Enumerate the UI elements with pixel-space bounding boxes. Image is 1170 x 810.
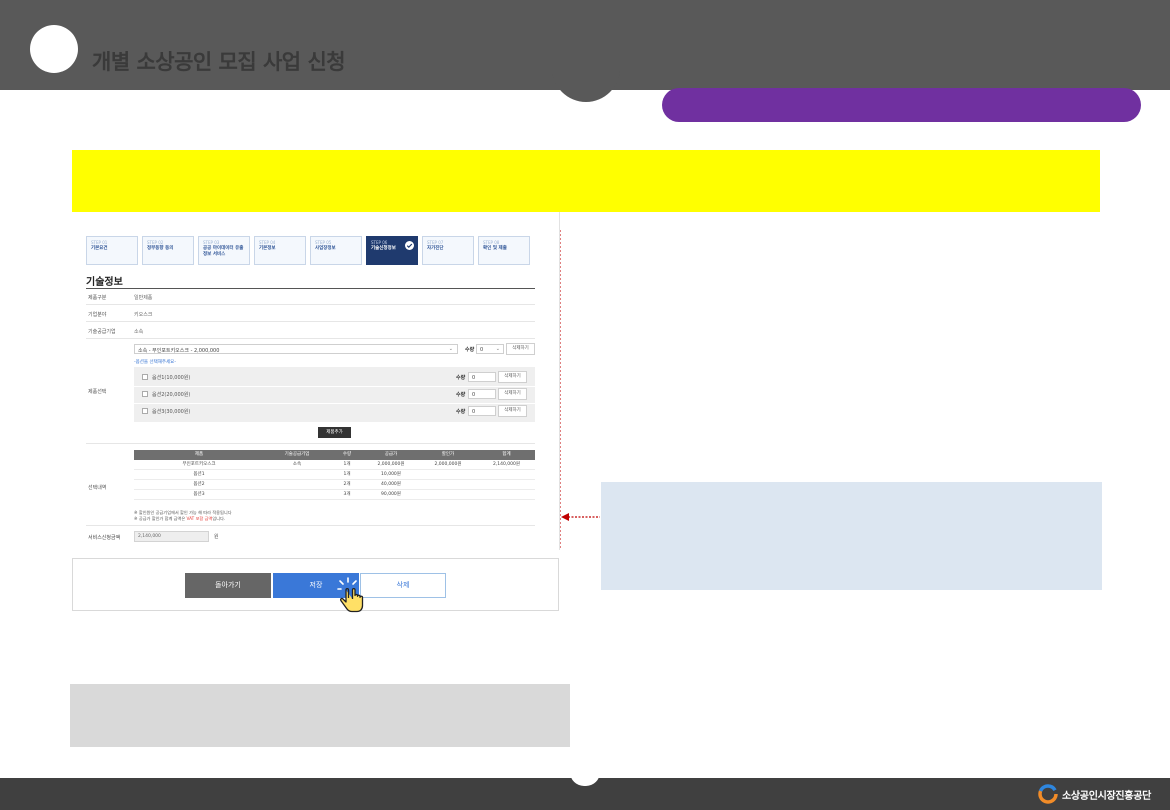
back-button[interactable]: 돌아가기	[185, 573, 271, 598]
option-1-label: 옵션1(10,000원)	[152, 375, 191, 381]
option-1-remove-button[interactable]: 삭제하기	[498, 371, 527, 383]
highlight-band	[72, 150, 1100, 212]
step-6-active[interactable]: STEP 06 기술신청정보	[366, 236, 418, 265]
info-row-product-type: 제품구분 일반제품	[86, 289, 535, 305]
application-screenshot: STEP 01 기본요건 STEP 02 정부동향 동의 STEP 03 공공 마이데…	[72, 212, 560, 550]
option-1-quantity[interactable]: 0	[468, 372, 496, 382]
add-product-button[interactable]: 제품추가	[318, 427, 351, 438]
section-number-circle	[30, 25, 78, 73]
table-row: 옵션2 2개 40,000원	[134, 480, 535, 490]
chevron-down-icon: ⌄	[495, 346, 500, 352]
delete-button[interactable]: 삭제	[360, 573, 446, 598]
step-3[interactable]: STEP 03 공공 마이데이터 유출정보 서비스	[198, 236, 250, 265]
info-row-field: 기업분야 키오스크	[86, 305, 535, 322]
option-3-quantity[interactable]: 0	[468, 406, 496, 416]
selection-table: 제품 기술공급기업 수량 공급가 할인가 합계 무인포트키오스크 소속 1개 2…	[134, 450, 535, 500]
table-note-2: ※ 공급가 할인가 합계 금액은 VAT 포함 금액입니다.	[134, 516, 226, 521]
step-7[interactable]: STEP 07 자가진단	[422, 236, 474, 265]
option-1-checkbox[interactable]	[142, 374, 148, 380]
header-notch	[552, 60, 620, 102]
org-name: 소상공인시장진흥공단	[1062, 790, 1152, 802]
org-logo-icon	[1038, 784, 1058, 804]
page-title: 개별 소상공인 모집 사업 신청	[92, 50, 346, 74]
pointer-hand-icon	[337, 577, 364, 613]
table-row: 옵션3 3개 90,000원	[134, 490, 535, 500]
step-2[interactable]: STEP 02 정부동향 동의	[142, 236, 194, 265]
option-3-label: 옵션3(30,000원)	[152, 409, 191, 415]
purple-label-pill	[662, 88, 1141, 122]
table-header: 제품 기술공급기업 수량 공급가 할인가 합계	[134, 450, 535, 460]
step-5[interactable]: STEP 05 사업장정보	[310, 236, 362, 265]
action-button-bar: 돌아가기 저장 삭제	[72, 558, 559, 613]
step-progress: STEP 01 기본요건 STEP 02 정부동향 동의 STEP 03 공공 마이데…	[86, 236, 530, 265]
option-2-quantity[interactable]: 0	[468, 389, 496, 399]
info-row-supplier: 기술공급기업 소속	[86, 322, 535, 339]
check-icon	[405, 241, 414, 250]
remove-product-button[interactable]: 삭제하기	[506, 343, 535, 355]
step-1[interactable]: STEP 01 기본요건	[86, 236, 138, 265]
chevron-down-icon: ⌄	[448, 346, 453, 352]
caption-box	[70, 684, 570, 747]
connector-arrow	[560, 230, 600, 550]
org-logo: 소상공인시장진흥공단	[1038, 783, 1151, 805]
section-heading: 기술정보	[86, 277, 123, 288]
option-hint: -옵션을 선택해주세요-	[134, 360, 176, 365]
divider	[134, 403, 535, 404]
currency-unit: 원	[214, 534, 219, 540]
total-amount-field: 2,140,000	[134, 531, 209, 542]
option-2-label: 옵션2(20,000원)	[152, 392, 191, 398]
quantity-select[interactable]: 0 ⌄	[476, 344, 504, 354]
table-row: 무인포트키오스크 소속 1개 2,000,000원 2,000,000원 2,1…	[134, 460, 535, 470]
total-amount-label: 서비스신청금액	[88, 535, 121, 541]
description-box	[601, 482, 1102, 590]
option-2-checkbox[interactable]	[142, 391, 148, 397]
option-3-checkbox[interactable]	[142, 408, 148, 414]
step-4[interactable]: STEP 04 기본정보	[254, 236, 306, 265]
option-2-remove-button[interactable]: 삭제하기	[498, 388, 527, 400]
step-8[interactable]: STEP 08 확인 및 제출	[478, 236, 530, 265]
product-select[interactable]: 소속 - 무인포트키오스크 - 2,000,000 ⌄	[134, 344, 458, 354]
divider	[134, 386, 535, 387]
option-3-remove-button[interactable]: 삭제하기	[498, 405, 527, 417]
table-row: 옵션1 1개 10,000원	[134, 470, 535, 480]
